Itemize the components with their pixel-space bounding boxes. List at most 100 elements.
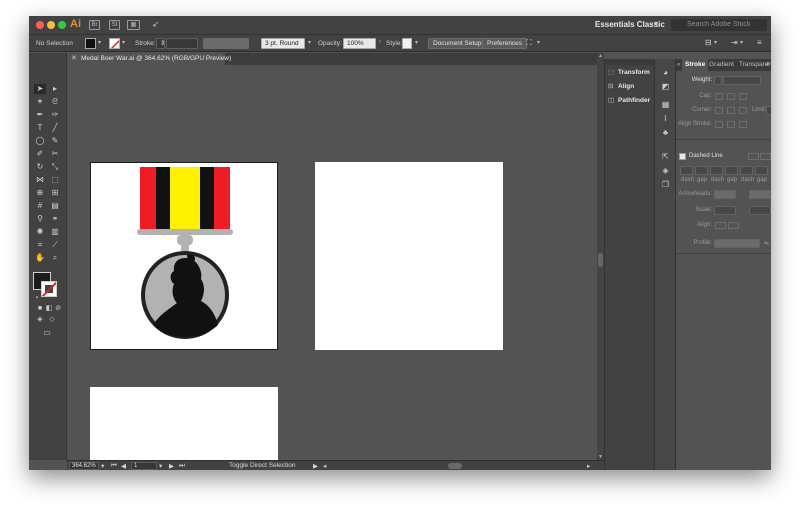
vertical-scroll-thumb[interactable] [598,253,603,267]
curvature-tool-icon[interactable]: ✑ [49,110,61,120]
symbol-sprayer-tool-icon[interactable]: ✺ [34,227,46,237]
none-mode-icon[interactable]: ⊘ [52,304,64,314]
default-colors-icon[interactable]: ▪ [31,293,43,303]
tab-gradient[interactable]: Gradient [709,59,734,71]
lasso-tool-icon[interactable]: ᘓ [49,97,61,107]
shape-builder-tool-icon[interactable]: ⊕ [34,188,46,198]
vertical-scrollbar[interactable]: ▲ ▼ [597,53,604,460]
gpu-performance-icon[interactable]: ➶ [150,20,161,30]
transform-panel-button[interactable]: ⬚ Transform [608,66,654,79]
preserve-dashes-icon[interactable] [748,153,759,160]
ellipse-tool-icon[interactable]: ◯ [34,136,46,146]
brush-definition-select[interactable]: 3 pt. Round [261,38,305,49]
column-graph-tool-icon[interactable]: ▥ [49,227,61,237]
pathfinder-panel-button[interactable]: ◫ Pathfinder [608,94,654,107]
dashed-line-checkbox[interactable] [679,153,686,160]
dash-3-field[interactable] [740,166,753,175]
scroll-up-icon[interactable]: ▲ [597,53,604,59]
stroke-swatch[interactable] [109,38,120,49]
symbols-panel-icon[interactable]: ♣ [660,127,671,138]
color-guide-icon[interactable]: ◩ [660,81,671,92]
align-panel-button[interactable]: ⊟ Align [608,80,654,93]
eyedropper-tool-icon[interactable]: ⚲ [34,214,46,224]
paintbrush-tool-icon[interactable]: ✎ [49,136,61,146]
document-tab[interactable]: ✕ Medal Boer War.ai @ 364.62% (RGB/GPU P… [67,53,231,65]
free-transform-tool-icon[interactable]: ⬚ [49,175,61,185]
arrange-chevron-down-icon[interactable]: ▾ [537,39,540,46]
stock-icon[interactable]: St [109,20,120,30]
control-bar-menu-icon[interactable]: ≡ [757,38,762,47]
mesh-tool-icon[interactable]: # [34,201,46,211]
artboard-chevron-down-icon[interactable]: ▾ [159,462,162,470]
layers-panel-icon[interactable]: ◈ [660,165,671,176]
start-arrowhead-select[interactable] [714,190,736,199]
draw-behind-icon[interactable]: ◇ [46,315,58,325]
miter-join-icon[interactable] [715,107,723,114]
bridge-icon[interactable]: Br [89,20,100,30]
next-artboard-icon[interactable]: ▶ [169,462,174,470]
fill-swatch[interactable] [85,38,96,49]
draw-normal-icon[interactable]: ◈ [34,315,46,325]
arrange-icon[interactable]: ⛶ [526,38,532,48]
rotate-tool-icon[interactable]: ↻ [34,162,46,172]
round-join-icon[interactable] [727,107,735,114]
arrow-tip-place-icon[interactable] [728,222,739,229]
artboards-panel-icon[interactable]: ❐ [660,179,671,190]
direct-selection-tool-icon[interactable]: ▸ [49,84,61,94]
stroke-color-swatch[interactable] [41,281,57,297]
status-menu-icon[interactable]: ▶ [313,462,318,470]
round-cap-icon[interactable] [727,93,735,100]
hand-tool-icon[interactable]: ✋ [34,253,46,263]
artboard-2[interactable] [315,162,503,350]
weight-field[interactable] [723,76,761,85]
shaper-tool-icon[interactable]: ✐ [34,149,46,159]
arrow-tip-extend-icon[interactable] [715,222,726,229]
transform-chevron-down-icon[interactable]: ▾ [740,39,743,46]
canvas[interactable] [67,65,597,460]
workspace-chevron-down-icon[interactable]: ▾ [654,19,658,28]
blend-tool-icon[interactable]: ⚭ [49,214,61,224]
collapsed-panels-header[interactable] [605,59,655,65]
dash-1-field[interactable] [680,166,693,175]
align-chevron-down-icon[interactable]: ▾ [714,39,717,46]
perspective-grid-tool-icon[interactable]: ⊞ [49,188,61,198]
zoom-chevron-down-icon[interactable]: ▾ [101,462,104,470]
export-panel-icon[interactable]: ⇱ [660,151,671,162]
swatches-panel-icon[interactable]: ▦ [660,99,671,110]
gap-2-field[interactable] [725,166,738,175]
scissors-tool-icon[interactable]: ✂ [49,149,61,159]
last-artboard-icon[interactable]: ⏭ [179,462,185,470]
end-arrowhead-select[interactable] [749,190,771,199]
scroll-left-icon[interactable]: ◂ [323,462,326,470]
stroke-weight-field[interactable] [166,38,198,49]
panel-menu-icon[interactable]: ≡ [766,59,770,71]
profile-select[interactable] [714,239,760,248]
limit-field[interactable] [766,106,771,115]
align-panel-icon[interactable]: ⊟ [705,38,712,47]
variable-width-profile[interactable] [203,38,249,49]
align-dashes-icon[interactable] [760,153,771,160]
dash-2-field[interactable] [710,166,723,175]
artboard-3[interactable] [90,387,278,460]
transform-panel-icon[interactable]: ⇥ [731,38,738,47]
pen-tool-icon[interactable]: ✒ [34,110,46,120]
medal-artwork[interactable] [91,163,279,351]
tab-stroke[interactable]: Stroke [682,59,709,71]
opacity-chevron-right-icon[interactable]: › [379,39,381,45]
selection-tool-icon[interactable]: ➤ [34,84,46,94]
artboard-number-field[interactable]: 1 [131,462,157,470]
zoom-level-field[interactable]: 364.62% [69,462,99,470]
width-tool-icon[interactable]: ⋈ [34,175,46,185]
butt-cap-icon[interactable] [715,93,723,100]
gap-3-field[interactable] [755,166,768,175]
flip-profile-icon[interactable]: ⇋ [764,240,769,247]
fill-chevron-down-icon[interactable]: ▾ [98,39,101,46]
brushes-panel-icon[interactable]: ⌇ [660,113,671,124]
zoom-window-button[interactable] [58,21,66,29]
type-tool-icon[interactable]: T [34,123,46,133]
align-inside-icon[interactable] [727,121,735,128]
projecting-cap-icon[interactable] [739,93,747,100]
magic-wand-tool-icon[interactable]: ✶ [34,97,46,107]
close-window-button[interactable] [36,21,44,29]
first-artboard-icon[interactable]: ⏮ [111,462,117,470]
